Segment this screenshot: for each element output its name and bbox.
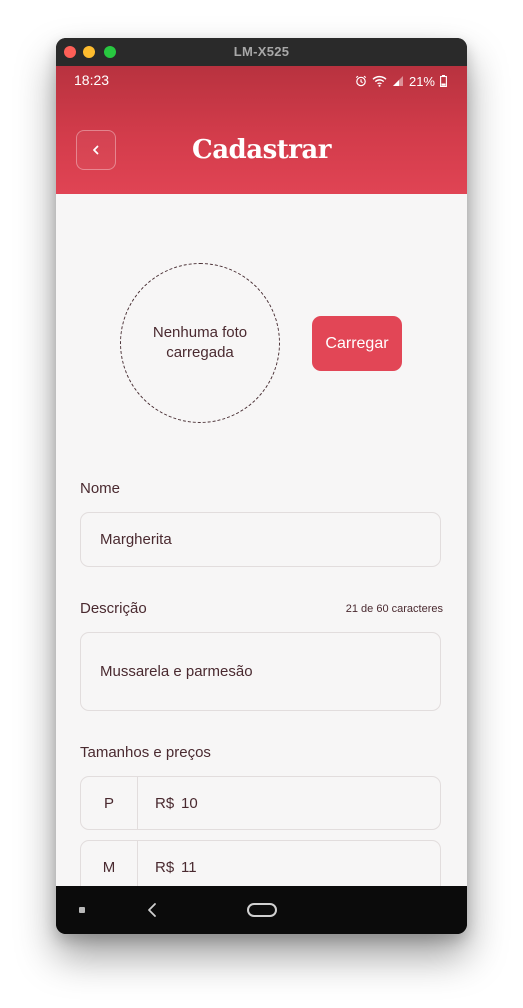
size-letter: P [81, 777, 138, 829]
wifi-icon [372, 75, 387, 87]
description-field[interactable]: Mussarela e parmesão [80, 632, 441, 711]
app-screen: 18:23 21% Cadastrar Nenhuma foto carrega… [56, 66, 467, 886]
emulator-window: LM-X525 18:23 21% Cadastrar Nenhuma foto… [56, 38, 467, 934]
status-time: 18:23 [74, 72, 110, 88]
window-titlebar: LM-X525 [56, 38, 467, 66]
battery-percent: 21% [408, 73, 435, 89]
description-value: Mussarela e parmesão [100, 663, 253, 680]
window-title: LM-X525 [233, 44, 290, 59]
photo-placeholder-text: Nenhuma foto carregada [152, 324, 248, 361]
upload-button[interactable]: Carregar [312, 316, 402, 371]
description-label: Descrição [80, 600, 147, 617]
price-input[interactable]: 10 [181, 795, 198, 812]
size-letter: M [81, 841, 138, 886]
size-row: M R$ 11 [80, 840, 441, 886]
back-arrow-icon [146, 903, 158, 922]
size-row: P R$ 10 [80, 776, 441, 830]
name-field[interactable]: Margherita [80, 512, 441, 567]
nav-back-button[interactable] [146, 902, 158, 922]
signal-icon [392, 75, 404, 87]
android-nav-bar [56, 886, 467, 934]
battery-icon [440, 75, 447, 87]
sizes-label: Tamanhos e preços [80, 744, 211, 761]
name-value: Margherita [100, 531, 172, 548]
alarm-icon [355, 75, 367, 87]
app-header: 18:23 21% Cadastrar [56, 66, 467, 194]
price-input[interactable]: 11 [181, 859, 197, 876]
name-label: Nome [80, 480, 121, 497]
currency-symbol: R$ [155, 795, 175, 812]
currency-symbol: R$ [155, 859, 175, 876]
home-button[interactable] [247, 903, 277, 917]
page-title: Cadastrar [192, 135, 331, 165]
status-bar: 18:23 21% [56, 66, 467, 96]
description-counter: 21 de 60 caracteres [345, 603, 443, 615]
recents-button[interactable] [79, 907, 85, 913]
status-icons: 21% [355, 73, 447, 89]
photo-placeholder[interactable]: Nenhuma foto carregada [120, 263, 280, 423]
